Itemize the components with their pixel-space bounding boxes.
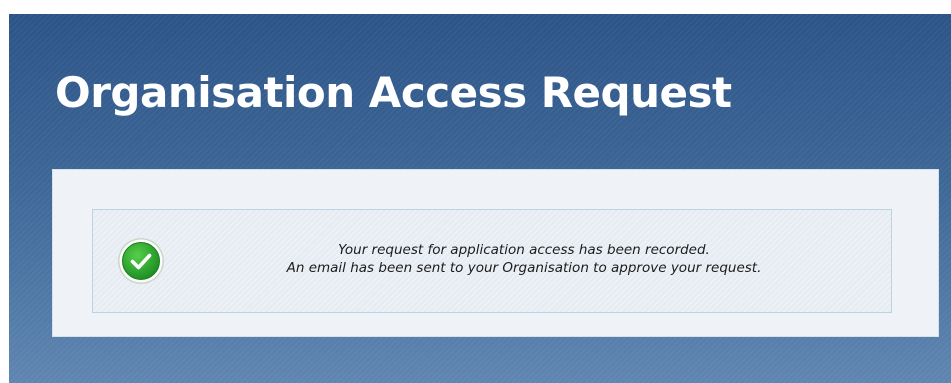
check-circle-icon <box>118 238 164 284</box>
message-line-2: An email has been sent to your Organisat… <box>286 260 762 276</box>
page-title: Organisation Access Request <box>55 68 732 117</box>
message-line-1: Your request for application access has … <box>338 242 710 258</box>
message-text: Your request for application access has … <box>189 241 859 277</box>
page: Organisation Access Request Your request… <box>0 0 951 383</box>
header-banner: Organisation Access Request Your request… <box>9 14 951 383</box>
success-message-box: Your request for application access has … <box>92 209 892 313</box>
content-panel: Your request for application access has … <box>52 169 939 337</box>
